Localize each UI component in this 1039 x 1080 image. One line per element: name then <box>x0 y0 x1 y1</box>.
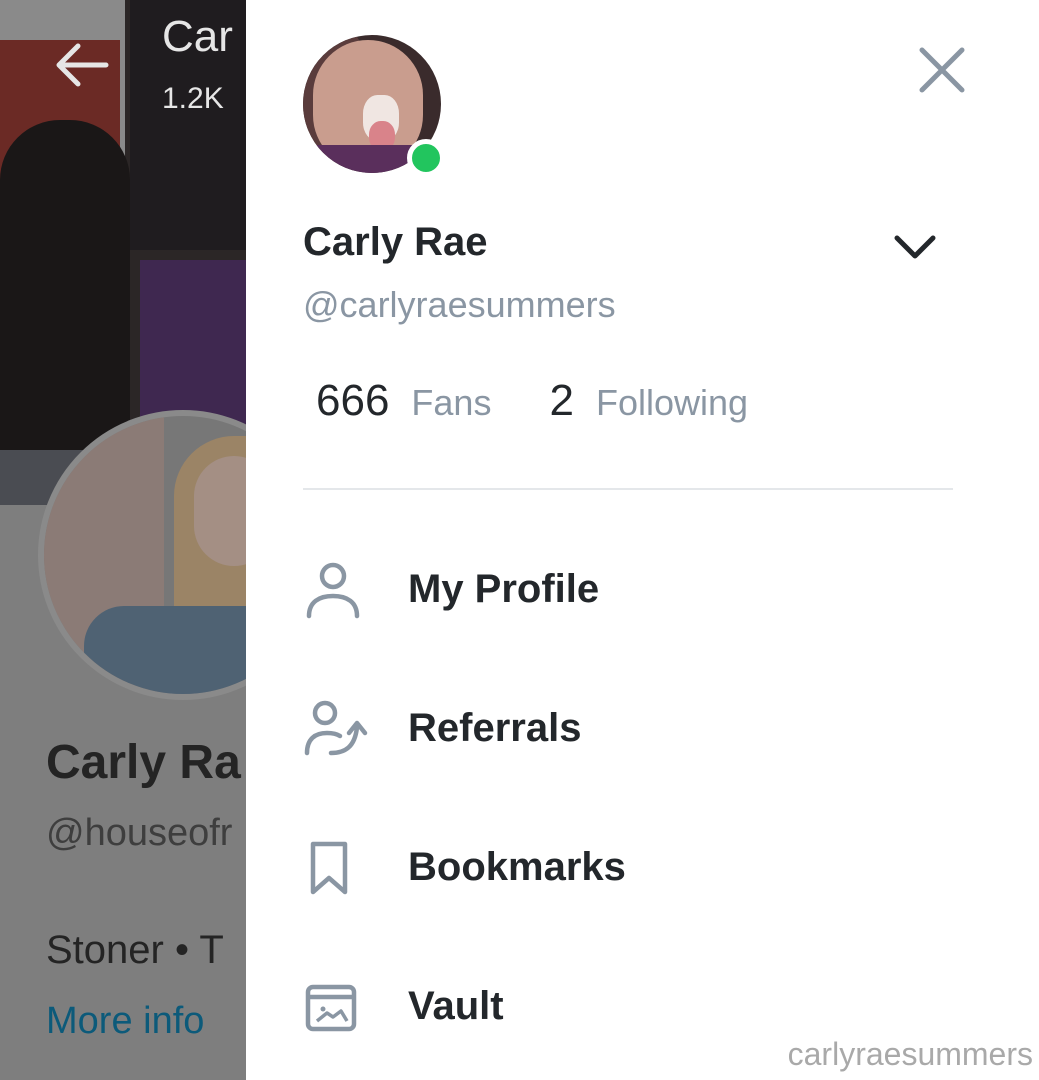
divider <box>303 488 953 490</box>
header-profile-name: Car <box>162 12 233 61</box>
close-icon[interactable] <box>916 44 968 96</box>
menu-item-bookmarks[interactable]: Bookmarks <box>303 798 953 937</box>
header-profile-stats: 1.2K <box>162 82 224 115</box>
more-info-link[interactable]: More info <box>46 1000 204 1043</box>
watermark: carlyraesummers <box>787 1036 1033 1072</box>
referrals-icon <box>303 694 373 764</box>
fans-count[interactable]: 666 <box>316 376 389 426</box>
menu-item-label: Vault <box>408 984 504 1028</box>
user-icon <box>303 555 373 625</box>
menu-item-label: Bookmarks <box>408 845 626 889</box>
menu-item-label: Referrals <box>408 706 582 750</box>
profile-handle: @houseofr <box>46 812 233 854</box>
online-status-indicator <box>407 139 445 177</box>
profile-avatar <box>38 410 250 700</box>
drawer-menu: My Profile Referrals Bookmarks Vault <box>303 520 953 1076</box>
drawer-user-name[interactable]: Carly Rae <box>303 220 488 265</box>
profile-bio: Stoner • T <box>46 928 224 972</box>
background-profile-page: Car 1.2K Carly Ra @houseofr Stoner • T M… <box>0 0 250 1080</box>
follow-stats: 666 Fans 2 Following <box>316 376 748 426</box>
chevron-down-icon[interactable] <box>890 225 940 269</box>
vault-icon <box>303 972 373 1042</box>
bookmark-icon <box>303 833 373 903</box>
menu-item-referrals[interactable]: Referrals <box>303 659 953 798</box>
back-arrow-icon[interactable] <box>52 40 112 90</box>
menu-item-label: My Profile <box>408 567 600 611</box>
side-drawer: Carly Rae @carlyraesummers 666 Fans 2 Fo… <box>246 0 1039 1080</box>
following-label[interactable]: Following <box>596 382 748 424</box>
menu-item-my-profile[interactable]: My Profile <box>303 520 953 659</box>
profile-name: Carly Ra <box>46 736 241 789</box>
following-count[interactable]: 2 <box>549 376 573 426</box>
drawer-user-handle: @carlyraesummers <box>303 284 616 325</box>
fans-label[interactable]: Fans <box>411 382 491 424</box>
